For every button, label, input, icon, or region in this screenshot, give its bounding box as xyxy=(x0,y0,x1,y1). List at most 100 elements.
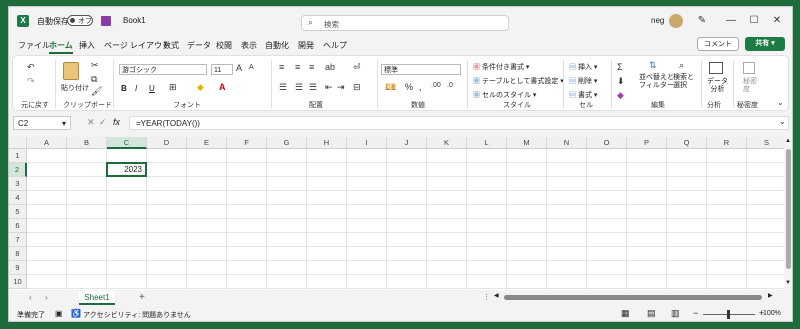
row-header-4[interactable]: 4 xyxy=(9,191,27,205)
share-button[interactable]: 共有 ▾ xyxy=(745,37,785,51)
sheet-tab-sheet1[interactable]: Sheet1 xyxy=(79,291,115,305)
menu-automate[interactable]: 自動化 xyxy=(265,40,289,51)
row-header-10[interactable]: 10 xyxy=(9,275,27,289)
close-icon[interactable]: ✕ xyxy=(767,13,787,29)
collapse-ribbon-icon[interactable]: ⌄ xyxy=(777,98,784,107)
row-header-8[interactable]: 8 xyxy=(9,247,27,261)
maximize-icon[interactable]: ☐ xyxy=(744,13,764,29)
comment-button[interactable]: コメント xyxy=(697,37,739,51)
name-box[interactable]: C2 ▾ xyxy=(13,116,71,130)
increase-indent-icon[interactable]: ⇥ xyxy=(337,82,345,93)
grow-font-icon[interactable]: A xyxy=(236,63,242,73)
clear-icon[interactable]: ◆ xyxy=(617,90,624,101)
percent-icon[interactable]: % xyxy=(405,82,413,92)
italic-button[interactable]: I xyxy=(135,84,137,93)
column-header-b[interactable]: B xyxy=(67,137,107,149)
normal-view-icon[interactable]: ▦ xyxy=(621,308,630,319)
menu-help[interactable]: ヘルプ xyxy=(323,40,347,51)
menu-data[interactable]: データ xyxy=(187,40,211,51)
menu-home[interactable]: ホーム xyxy=(49,40,73,54)
horizontal-scrollbar[interactable]: ◀ ▶ xyxy=(494,293,776,301)
row-header-7[interactable]: 7 xyxy=(9,233,27,247)
column-header-j[interactable]: J xyxy=(387,137,427,149)
column-header-k[interactable]: K xyxy=(427,137,467,149)
orientation-icon[interactable]: ab xyxy=(325,62,335,72)
copy-icon[interactable]: ⧉ xyxy=(91,74,97,85)
macro-record-icon[interactable]: ▣ xyxy=(55,309,63,318)
column-header-g[interactable]: G xyxy=(267,137,307,149)
expand-formula-icon[interactable]: ⌄ xyxy=(779,117,786,126)
cut-icon[interactable]: ✂ xyxy=(91,60,99,71)
conditional-format-button[interactable]: ▦ 条件付き書式 ▾ xyxy=(473,62,529,72)
column-header-m[interactable]: M xyxy=(507,137,547,149)
border-icon[interactable]: ⊞ xyxy=(169,82,177,93)
column-header-h[interactable]: H xyxy=(307,137,347,149)
table-format-button[interactable]: ▦ テーブルとして書式設定 ▾ xyxy=(473,76,564,86)
fill-color-icon[interactable]: ◆ xyxy=(197,82,204,93)
cancel-icon[interactable]: ✕ xyxy=(87,117,95,128)
accessibility-icon[interactable]: ♿ xyxy=(71,309,81,318)
column-header-f[interactable]: F xyxy=(227,137,267,149)
formula-input[interactable]: =YEAR(TODAY()) xyxy=(129,116,789,130)
data-analysis-button[interactable]: データ 分析 xyxy=(707,78,728,94)
font-color-icon[interactable]: A xyxy=(219,82,226,92)
row-header-6[interactable]: 6 xyxy=(9,219,27,233)
menu-formulas[interactable]: 数式 xyxy=(163,40,179,51)
redo-icon[interactable]: ↷ xyxy=(27,76,35,87)
sort-filter-button[interactable]: 並べ替えと フィルター xyxy=(639,74,674,90)
undo-icon[interactable]: ↶ xyxy=(27,62,35,73)
select-all-corner[interactable] xyxy=(9,137,27,149)
next-sheet-icon[interactable]: › xyxy=(45,293,48,302)
row-header-9[interactable]: 9 xyxy=(9,261,27,275)
column-header-i[interactable]: I xyxy=(347,137,387,149)
column-header-a[interactable]: A xyxy=(27,137,67,149)
align-left-icon[interactable]: ☰ xyxy=(279,82,287,93)
column-header-o[interactable]: O xyxy=(587,137,627,149)
row-header-1[interactable]: 1 xyxy=(9,149,27,163)
sheet-options-icon[interactable]: ⋮ xyxy=(483,293,490,301)
align-center-icon[interactable]: ☰ xyxy=(295,82,303,93)
align-right-icon[interactable]: ☰ xyxy=(309,82,317,93)
page-layout-view-icon[interactable]: ▤ xyxy=(647,308,656,319)
autosave-toggle[interactable]: オフ xyxy=(67,15,93,26)
column-header-d[interactable]: D xyxy=(147,137,187,149)
underline-button[interactable]: U xyxy=(149,84,155,93)
prev-sheet-icon[interactable]: ‹ xyxy=(29,293,32,302)
align-top-icon[interactable]: ≡ xyxy=(279,62,284,72)
decrease-decimal-icon[interactable]: .0 xyxy=(447,82,453,89)
pen-icon[interactable]: ✎ xyxy=(692,13,712,29)
zoom-out-icon[interactable]: − xyxy=(693,308,698,318)
number-format-combo[interactable]: 標準 xyxy=(381,64,461,75)
worksheet-grid[interactable]: ABCDEFGHIJKLMNOPQRS 1 2 3 4 5 6 7 8 9 10 2023 xyxy=(9,137,784,290)
avatar[interactable] xyxy=(669,14,683,28)
cell-c2[interactable]: 2023 xyxy=(106,162,147,177)
comma-icon[interactable]: , xyxy=(419,82,422,92)
column-header-q[interactable]: Q xyxy=(667,137,707,149)
menu-view[interactable]: 表示 xyxy=(241,40,257,51)
row-header-5[interactable]: 5 xyxy=(9,205,27,219)
search-box[interactable]: ⌕ 検索 xyxy=(301,15,509,31)
vertical-scrollbar[interactable]: ▲ ▼ xyxy=(784,137,792,290)
align-bottom-icon[interactable]: ≡ xyxy=(309,62,314,72)
page-break-view-icon[interactable]: ▥ xyxy=(671,308,680,319)
column-header-n[interactable]: N xyxy=(547,137,587,149)
shrink-font-icon[interactable]: A xyxy=(249,64,254,71)
font-size-combo[interactable]: 11 xyxy=(211,64,233,75)
format-painter-icon[interactable]: 🖌 xyxy=(91,86,102,97)
menu-review[interactable]: 校閲 xyxy=(216,40,232,51)
paste-icon[interactable] xyxy=(63,62,79,80)
bold-button[interactable]: B xyxy=(121,84,127,93)
menu-page-layout[interactable]: ページ レイアウト xyxy=(104,40,170,51)
cell-style-button[interactable]: ▦ セルのスタイル ▾ xyxy=(473,90,536,100)
currency-icon[interactable]: 💴 xyxy=(385,82,396,93)
font-name-combo[interactable]: 游ゴシック xyxy=(119,64,207,75)
zoom-slider[interactable] xyxy=(703,310,755,319)
align-middle-icon[interactable]: ≡ xyxy=(295,62,300,72)
sensitivity-button[interactable]: 秘密 度 xyxy=(743,78,757,94)
increase-decimal-icon[interactable]: .00 xyxy=(431,82,441,89)
column-header-r[interactable]: R xyxy=(707,137,747,149)
autosum-icon[interactable]: Σ xyxy=(617,62,623,72)
enter-icon[interactable]: ✓ xyxy=(99,117,107,128)
zoom-level[interactable]: 100% xyxy=(763,310,781,317)
menu-developer[interactable]: 開発 xyxy=(298,40,314,51)
